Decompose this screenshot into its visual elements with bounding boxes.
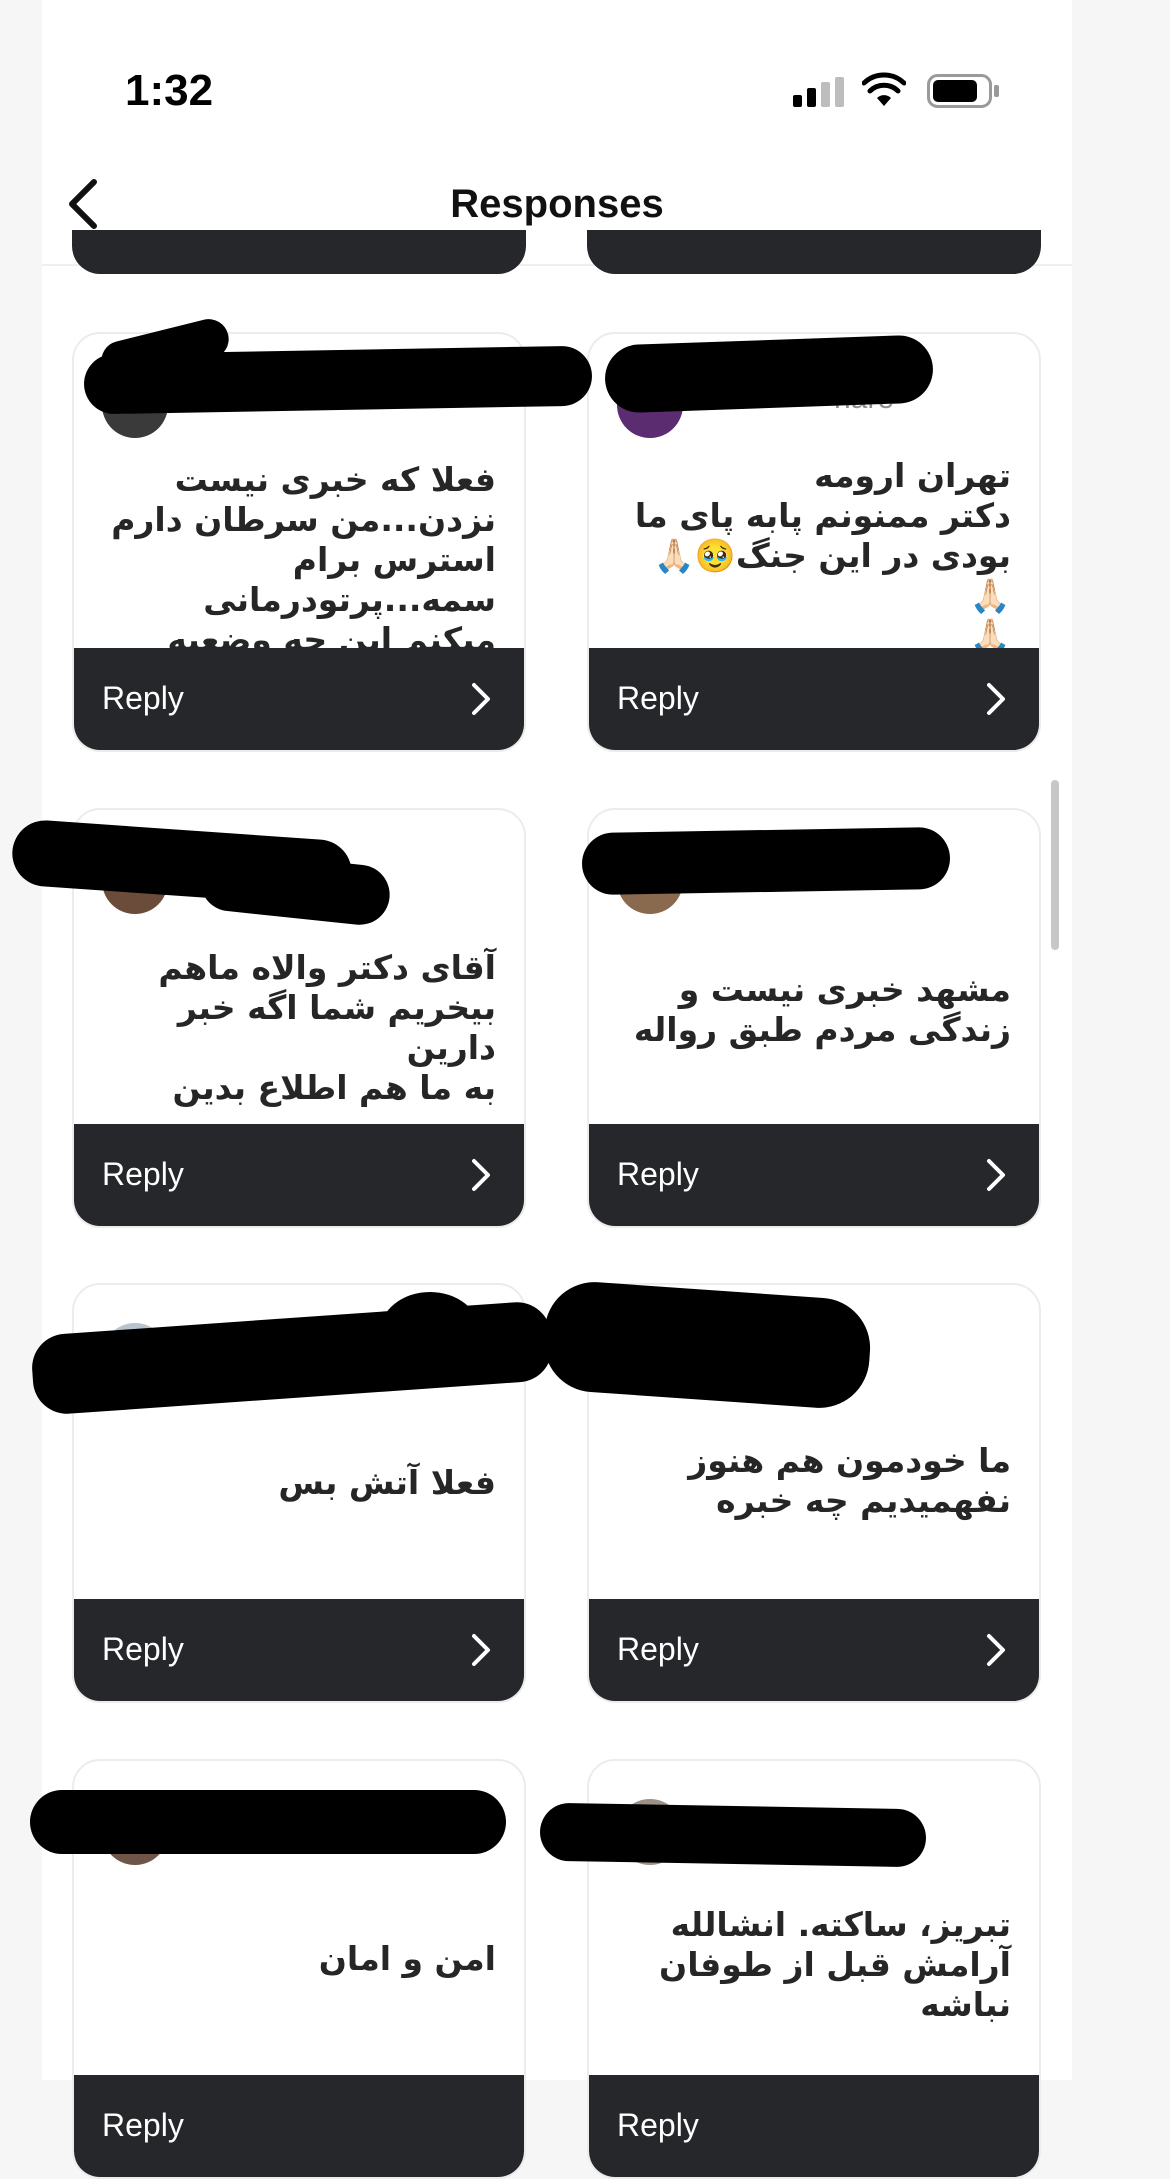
chevron-right-icon	[987, 1159, 1005, 1191]
reply-button[interactable]: Reply	[589, 648, 1039, 750]
scrollbar[interactable]	[1051, 780, 1059, 950]
wifi-icon	[862, 72, 906, 106]
reply-button[interactable]: Reply	[589, 2075, 1039, 2177]
chevron-right-icon	[987, 683, 1005, 715]
response-message: فعلا آتش بس	[278, 1463, 496, 1502]
battery-icon	[927, 74, 999, 108]
reply-label: Reply	[102, 1156, 184, 1192]
redaction-mark	[540, 1278, 874, 1412]
reply-button[interactable]: Reply	[74, 1599, 524, 1701]
response-message: تبریز، ساکته. انشالله آرامش قبل از طوفان…	[659, 1905, 1011, 2024]
reply-label: Reply	[617, 2107, 699, 2143]
reply-label: Reply	[617, 1156, 699, 1192]
redaction-mark	[30, 1790, 506, 1854]
chevron-right-icon	[987, 1634, 1005, 1666]
redaction-mark	[581, 826, 951, 896]
reply-button[interactable]: Reply	[74, 648, 524, 750]
response-message: امن و امان	[318, 1939, 496, 1978]
reply-label: Reply	[102, 2107, 184, 2143]
chevron-right-icon	[472, 1634, 490, 1666]
chevron-right-icon	[472, 1159, 490, 1191]
reply-button[interactable]: Reply	[74, 2075, 524, 2177]
response-message: آقای دکتر والاه ماهم بیخریم شما اگه خبر …	[158, 948, 496, 1107]
reply-label: Reply	[102, 680, 184, 716]
reply-label: Reply	[102, 1631, 184, 1667]
reply-button[interactable]: Reply	[589, 1124, 1039, 1226]
reply-label: Reply	[617, 1631, 699, 1667]
redaction-mark	[539, 1802, 927, 1868]
response-message: ما خودمون هم هنوز نفهمیدیم چه خبره	[688, 1441, 1011, 1520]
response-message: مشهد خبری نیست و زندگی مردم طبق رواله	[633, 970, 1011, 1049]
status-time: 1:32	[125, 66, 214, 115]
card-reply-partial[interactable]	[72, 230, 526, 274]
chevron-right-icon	[472, 683, 490, 715]
reply-button[interactable]: Reply	[74, 1124, 524, 1226]
cellular-signal-icon	[793, 77, 845, 107]
reply-button[interactable]: Reply	[589, 1599, 1039, 1701]
page-title: Responses	[450, 182, 664, 226]
reply-label: Reply	[617, 680, 699, 716]
redaction-mark	[380, 1292, 480, 1372]
redaction-mark	[603, 334, 935, 414]
response-message: تهران ارومه دکتر ممنونم پابه پای ما بودی…	[634, 456, 1011, 655]
card-reply-partial[interactable]	[587, 230, 1041, 274]
